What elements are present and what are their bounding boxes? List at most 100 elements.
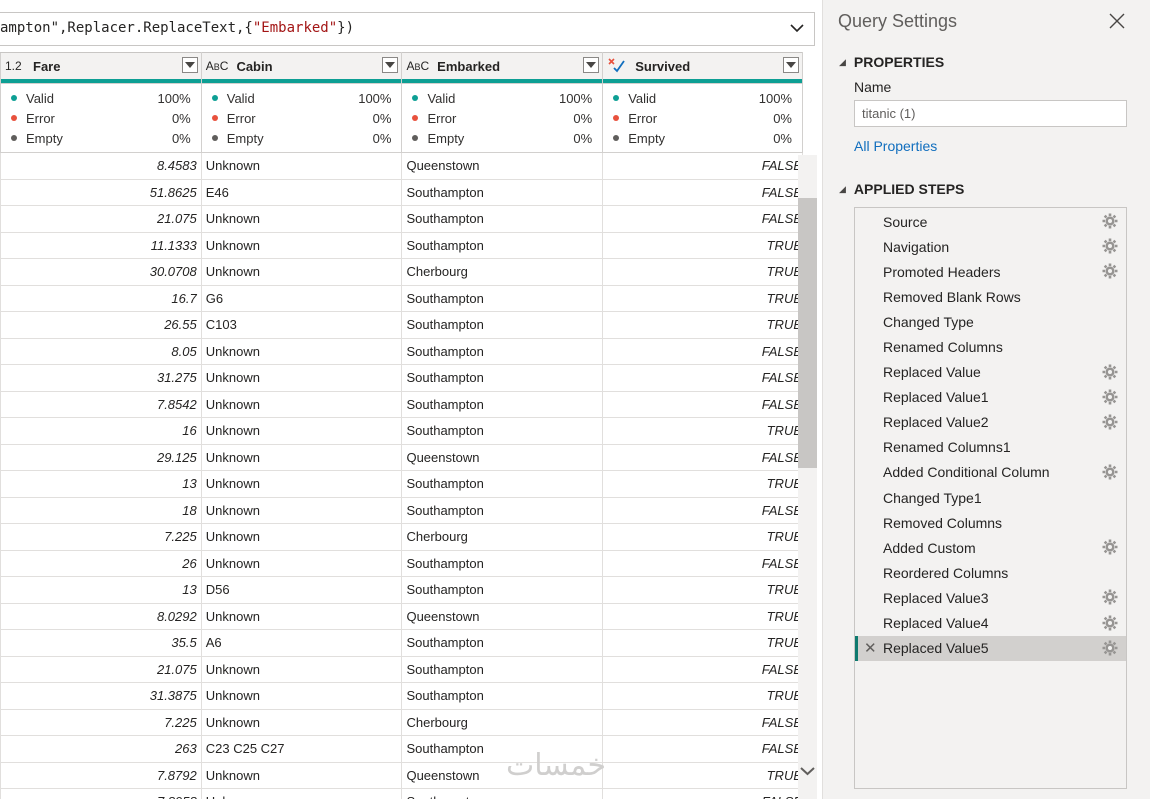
cell-embarked[interactable]: Southampton — [401, 497, 604, 524]
table-row[interactable]: 26.55 C103 Southampton TRUE — [0, 311, 803, 339]
cell-embarked[interactable]: Southampton — [401, 205, 604, 233]
cell-cabin[interactable]: C23 C25 C27 — [200, 735, 403, 763]
applied-step-item[interactable]: Changed Type — [855, 309, 1126, 334]
cell-survived[interactable]: FALSE — [602, 338, 803, 365]
table-row[interactable]: 21.075 Unknown Southampton FALSE — [0, 205, 803, 233]
cell-survived[interactable]: FALSE — [602, 391, 803, 418]
column-filter-dropdown-icon[interactable] — [382, 57, 399, 73]
cell-fare[interactable]: 7.225 — [0, 709, 202, 736]
cell-fare[interactable]: 31.3875 — [0, 682, 202, 710]
cell-survived[interactable]: TRUE — [602, 629, 803, 657]
query-name-input[interactable] — [854, 100, 1127, 127]
cell-survived[interactable]: TRUE — [602, 603, 803, 630]
cell-survived[interactable]: FALSE — [602, 709, 803, 736]
cell-embarked[interactable]: Southampton — [401, 338, 604, 365]
table-row[interactable]: 29.125 Unknown Queenstown FALSE — [0, 444, 803, 471]
cell-fare[interactable]: 13 — [0, 576, 202, 604]
table-row[interactable]: 7.225 Unknown Cherbourg TRUE — [0, 523, 803, 551]
table-row[interactable]: 11.1333 Unknown Southampton TRUE — [0, 232, 803, 259]
gear-icon[interactable] — [1102, 414, 1118, 430]
cell-fare[interactable]: 8.4583 — [0, 152, 202, 180]
cell-embarked[interactable]: Cherbourg — [401, 523, 604, 551]
gear-icon[interactable] — [1102, 640, 1118, 656]
boolean-type-icon[interactable] — [607, 57, 627, 76]
cell-embarked[interactable]: Southampton — [401, 285, 604, 312]
applied-step-item[interactable]: Replaced Value2 — [855, 410, 1126, 435]
applied-step-item[interactable]: Source — [855, 209, 1126, 234]
cell-cabin[interactable]: Unknown — [200, 656, 403, 683]
gear-icon[interactable] — [1102, 238, 1118, 254]
table-row[interactable]: 13 D56 Southampton TRUE — [0, 576, 803, 604]
table-row[interactable]: 16 Unknown Southampton TRUE — [0, 417, 803, 445]
cell-cabin[interactable]: Unknown — [200, 364, 403, 392]
cell-embarked[interactable]: Queenstown — [401, 152, 604, 180]
cell-cabin[interactable]: G6 — [200, 285, 403, 312]
cell-cabin[interactable]: Unknown — [200, 417, 403, 445]
all-properties-link[interactable]: All Properties — [854, 138, 937, 154]
applied-step-item[interactable]: Removed Blank Rows — [855, 284, 1126, 309]
cell-fare[interactable]: 29.125 — [0, 444, 202, 471]
table-row[interactable]: 13 Unknown Southampton TRUE — [0, 470, 803, 498]
scrollbar-thumb[interactable] — [798, 198, 817, 468]
table-row[interactable]: 8.4583 Unknown Queenstown FALSE — [0, 152, 803, 180]
table-row[interactable]: 8.05 Unknown Southampton FALSE — [0, 338, 803, 365]
applied-step-item[interactable]: Navigation — [855, 234, 1126, 259]
cell-survived[interactable]: TRUE — [602, 311, 803, 339]
cell-cabin[interactable]: Unknown — [200, 682, 403, 710]
cell-embarked[interactable]: Southampton — [401, 788, 604, 799]
applied-step-item[interactable]: ✕ Replaced Value5 — [855, 635, 1126, 661]
cell-fare[interactable]: 26.55 — [0, 311, 202, 339]
cell-cabin[interactable]: Unknown — [200, 232, 403, 259]
column-header-fare[interactable]: 1.2 Fare — [0, 52, 202, 84]
cell-embarked[interactable]: Queenstown — [401, 603, 604, 630]
column-header-survived[interactable]: Survived — [602, 52, 803, 84]
cell-embarked[interactable]: Southampton — [401, 179, 604, 206]
table-row[interactable]: 26 Unknown Southampton FALSE — [0, 550, 803, 577]
cell-survived[interactable]: FALSE — [602, 550, 803, 577]
cell-fare[interactable]: 26 — [0, 550, 202, 577]
table-row[interactable]: 31.3875 Unknown Southampton TRUE — [0, 682, 803, 710]
cell-survived[interactable]: FALSE — [602, 735, 803, 763]
cell-survived[interactable]: TRUE — [602, 258, 803, 286]
cell-cabin[interactable]: Unknown — [200, 762, 403, 789]
cell-cabin[interactable]: Unknown — [200, 470, 403, 498]
cell-embarked[interactable]: Southampton — [401, 364, 604, 392]
cell-fare[interactable]: 13 — [0, 470, 202, 498]
applied-step-item[interactable]: Replaced Value — [855, 360, 1126, 385]
table-row[interactable]: 18 Unknown Southampton FALSE — [0, 497, 803, 524]
cell-survived[interactable]: TRUE — [602, 682, 803, 710]
cell-cabin[interactable]: A6 — [200, 629, 403, 657]
cell-cabin[interactable]: E46 — [200, 179, 403, 206]
cell-survived[interactable]: TRUE — [602, 762, 803, 789]
cell-fare[interactable]: 16.7 — [0, 285, 202, 312]
column-filter-dropdown-icon[interactable] — [583, 57, 600, 73]
formula-text[interactable]: ampton",Replacer.ReplaceText,{"Embarked"… — [0, 20, 354, 36]
cell-survived[interactable]: TRUE — [602, 417, 803, 445]
cell-fare[interactable]: 7.225 — [0, 523, 202, 551]
cell-embarked[interactable]: Southampton — [401, 656, 604, 683]
text-type-icon[interactable]: ABC — [206, 59, 229, 73]
applied-step-item[interactable]: Changed Type1 — [855, 485, 1126, 510]
formula-bar[interactable]: ampton",Replacer.ReplaceText,{"Embarked"… — [0, 12, 815, 46]
table-row[interactable]: 31.275 Unknown Southampton FALSE — [0, 364, 803, 392]
cell-embarked[interactable]: Cherbourg — [401, 258, 604, 286]
gear-icon[interactable] — [1102, 213, 1118, 229]
table-row[interactable]: 35.5 A6 Southampton TRUE — [0, 629, 803, 657]
properties-section-header[interactable]: ◢ PROPERTIES — [839, 54, 944, 70]
cell-survived[interactable]: FALSE — [602, 444, 803, 471]
cell-survived[interactable]: TRUE — [602, 523, 803, 551]
cell-survived[interactable]: FALSE — [602, 788, 803, 799]
cell-cabin[interactable]: Unknown — [200, 603, 403, 630]
cell-embarked[interactable]: Cherbourg — [401, 709, 604, 736]
cell-embarked[interactable]: Southampton — [401, 682, 604, 710]
table-row[interactable]: 8.0292 Unknown Queenstown TRUE — [0, 603, 803, 630]
cell-embarked[interactable]: Southampton — [401, 391, 604, 418]
cell-survived[interactable]: FALSE — [602, 179, 803, 206]
cell-cabin[interactable]: Unknown — [200, 391, 403, 418]
cell-fare[interactable]: 7.8542 — [0, 391, 202, 418]
cell-survived[interactable]: FALSE — [602, 364, 803, 392]
cell-fare[interactable]: 51.8625 — [0, 179, 202, 206]
applied-step-item[interactable]: Renamed Columns — [855, 334, 1126, 359]
column-header-cabin[interactable]: ABC Cabin — [200, 52, 403, 84]
text-type-icon[interactable]: ABC — [406, 59, 429, 73]
